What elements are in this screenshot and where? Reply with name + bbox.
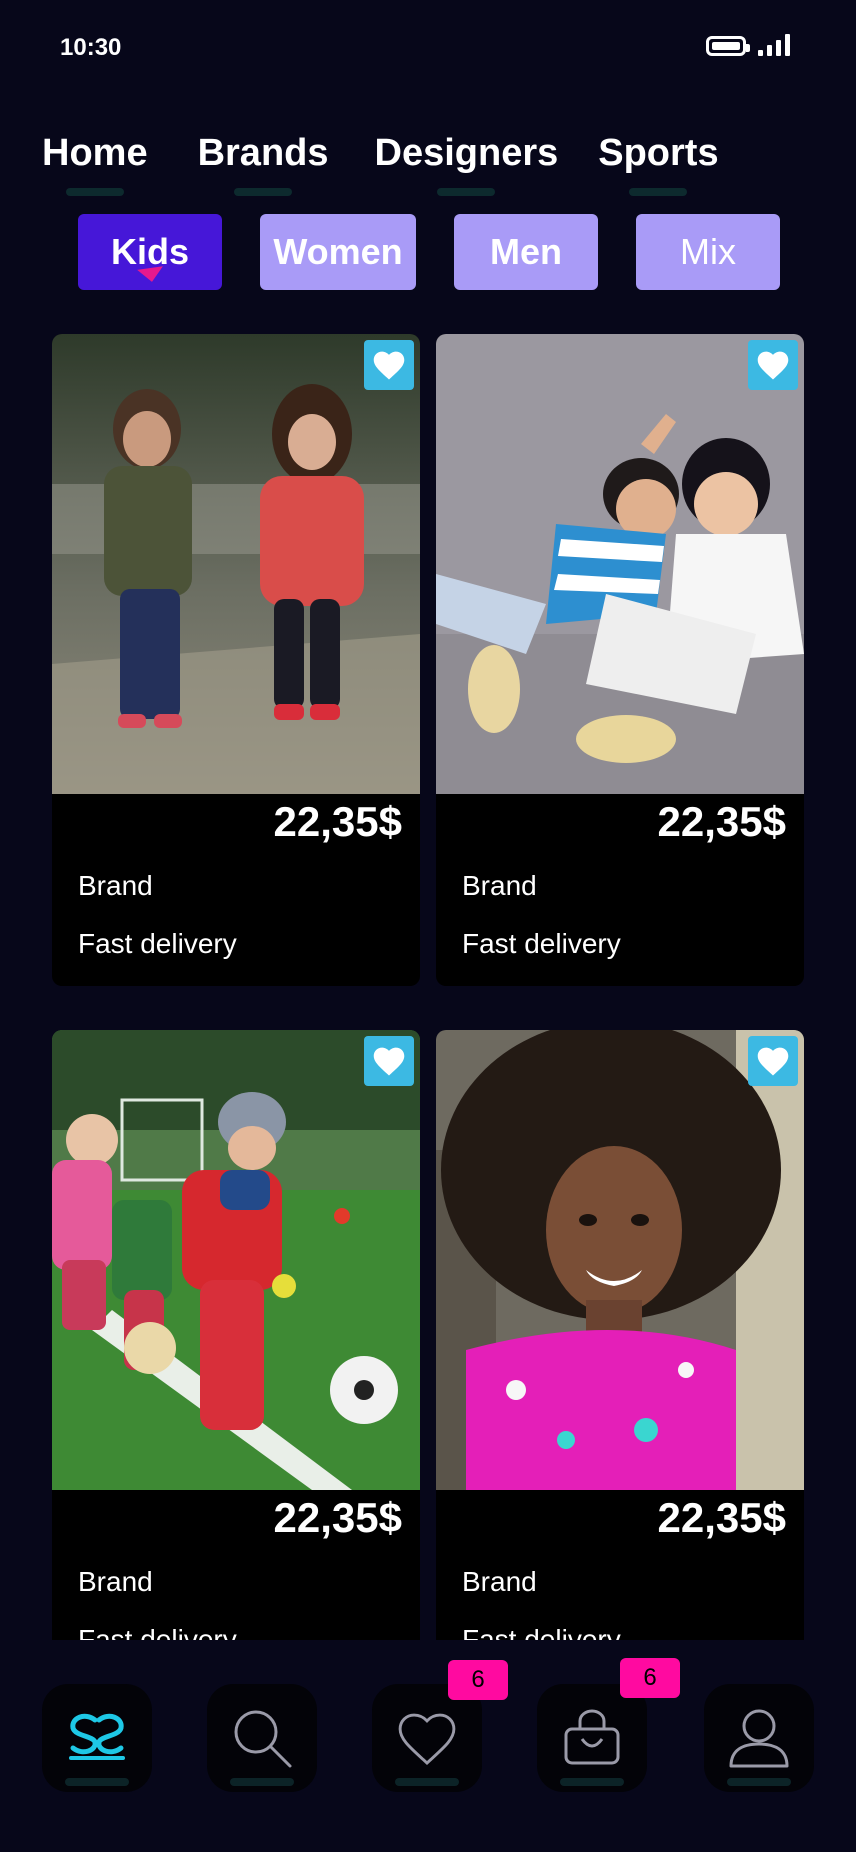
product-price: 22,35$ [273,798,402,845]
nav-item-label: Designers [374,132,559,174]
status-icons [706,32,790,56]
nav-indicator [629,188,688,196]
chip-label: Mix [680,231,736,272]
heart-icon [373,1047,405,1076]
profile-icon [729,1709,789,1768]
search-icon [234,1710,292,1768]
heart-icon [757,1047,789,1076]
tab-profile[interactable] [704,1684,814,1792]
favorite-button[interactable] [364,1036,414,1086]
product-brand: Brand [78,870,153,901]
product-price: 22,35$ [657,1494,786,1541]
product-price: 22,35$ [273,1494,402,1541]
tab-indicator [560,1778,624,1786]
product-brand: Brand [462,870,537,901]
product-delivery: Fast delivery [462,928,621,959]
product-brand: Brand [78,1566,153,1597]
product-image [436,1030,804,1490]
nav-item-sports[interactable]: Sports [598,132,719,196]
favorite-button[interactable] [364,340,414,390]
product-delivery: Fast delivery [78,1624,237,1640]
top-navigation: Home Brands Designers Sports [42,132,719,196]
logo-icon [69,1713,125,1760]
favorite-button[interactable] [748,340,798,390]
heart-icon [398,1713,456,1766]
chip-women[interactable]: Women [260,214,416,290]
favorite-button[interactable] [748,1036,798,1086]
tab-indicator [65,1778,129,1786]
product-image [52,1030,420,1490]
shopping-bag-icon [564,1709,620,1765]
cursor-pointer-icon [137,266,165,284]
signal-icon [758,32,790,56]
bottom-navigation: 6 6 [0,1640,856,1852]
battery-icon [706,36,750,56]
nav-item-designers[interactable]: Designers [374,132,559,196]
nav-indicator [437,188,496,196]
status-bar: 10:30 [0,0,856,96]
chip-kids[interactable]: Kids [78,214,222,290]
nav-item-home[interactable]: Home [42,132,148,196]
heart-icon [757,351,789,380]
nav-item-label: Sports [598,132,719,174]
product-card[interactable]: 22,35$ Brand Fast delivery [52,334,420,986]
product-delivery: Fast delivery [78,928,237,959]
tab-search[interactable] [207,1684,317,1792]
product-brand: Brand [462,1566,537,1597]
favorites-badge: 6 [448,1660,508,1700]
tab-bag[interactable] [537,1684,647,1792]
nav-item-label: Home [42,132,148,174]
nav-item-label: Brands [197,132,329,174]
nav-indicator [234,188,293,196]
tab-home[interactable] [42,1684,152,1792]
heart-icon [373,351,405,380]
product-price: 22,35$ [657,798,786,845]
product-card[interactable]: 22,35$ Brand Fast delivery [436,1030,804,1640]
badge-count: 6 [471,1666,485,1693]
product-image [436,334,804,794]
tab-indicator [727,1778,791,1786]
chip-mix[interactable]: Mix [636,214,780,290]
chip-label: Women [273,231,403,272]
product-card[interactable]: 22,35$ Brand Fast delivery [436,334,804,986]
tab-indicator [395,1778,459,1786]
chip-label: Men [490,231,562,272]
bag-badge: 6 [620,1658,680,1698]
product-grid: 22,35$ Brand Fast delivery 22,35$ Brand … [52,334,804,1640]
nav-indicator [65,188,124,196]
nav-item-brands[interactable]: Brands [197,132,329,196]
status-time: 10:30 [60,34,122,61]
tab-indicator [230,1778,294,1786]
category-chips: Kids Women Men Mix [78,214,780,290]
chip-men[interactable]: Men [454,214,598,290]
product-image [52,334,420,794]
chip-label: Kids [110,231,189,272]
product-card[interactable]: 22,35$ Brand Fast delivery [52,1030,420,1640]
tab-favorites[interactable] [372,1684,482,1792]
product-delivery: Fast delivery [462,1624,621,1640]
badge-count: 6 [643,1664,657,1691]
